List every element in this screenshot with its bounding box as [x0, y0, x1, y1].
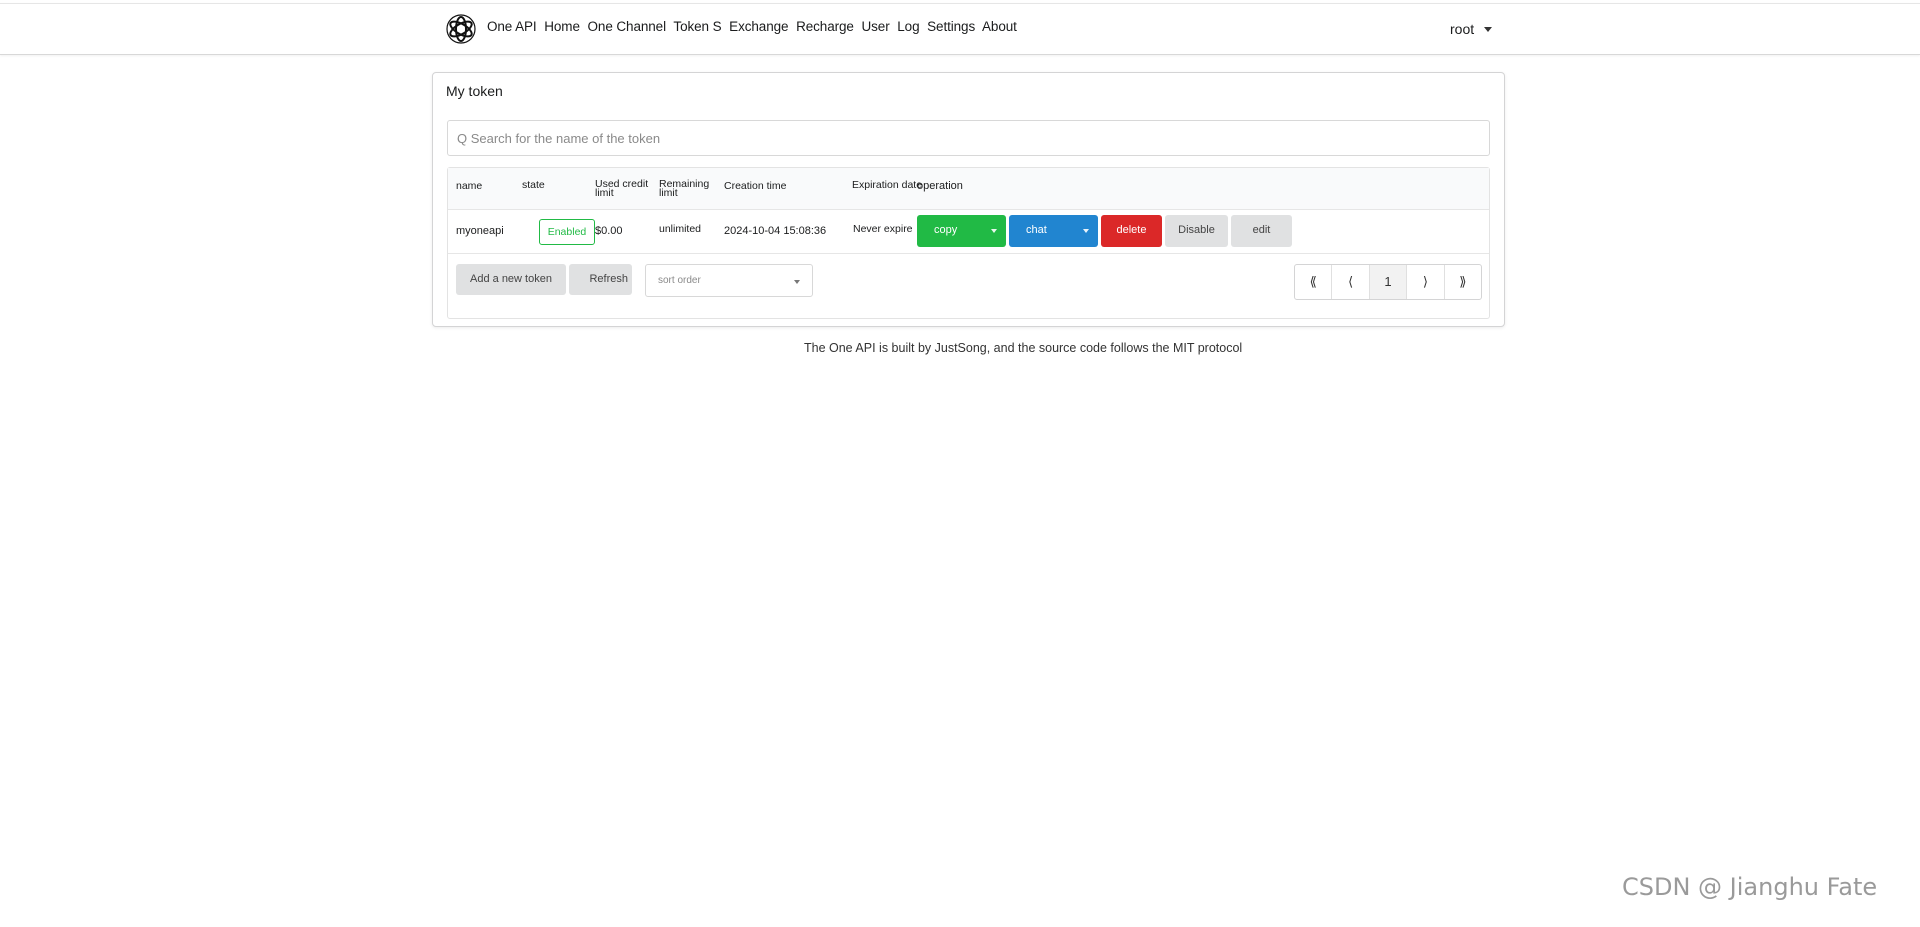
pager-first-button[interactable]: ⟪ — [1295, 265, 1333, 299]
copy-button[interactable]: copy — [917, 215, 1006, 247]
token-card: My token name state Used credit limit Re… — [432, 72, 1505, 327]
nav-item-recharge[interactable]: Recharge — [796, 19, 854, 34]
nav-item-token[interactable]: Token S — [673, 19, 721, 34]
chat-button[interactable]: chat — [1009, 215, 1098, 247]
header-name: name — [456, 180, 483, 192]
used-credit: $0.00 — [595, 225, 623, 237]
header-expiration: Expiration date — [852, 179, 923, 191]
edit-button[interactable]: edit — [1231, 215, 1292, 247]
add-token-button[interactable]: Add a new token — [456, 264, 566, 295]
chat-label: chat — [1026, 224, 1047, 236]
expiration-date: Never expire — [853, 223, 913, 235]
table-row: myoneapi Enabled $0.00 unlimited 2024-10… — [448, 210, 1489, 254]
nav-item-about[interactable]: About — [982, 19, 1017, 34]
token-name: myoneapi — [456, 225, 504, 237]
search-input[interactable] — [447, 120, 1490, 156]
nav-item-settings[interactable]: Settings — [927, 19, 975, 34]
openai-logo-icon[interactable] — [444, 12, 478, 46]
table-footer: Add a new token Refresh sort order ⟪ ⟨ 1… — [448, 255, 1489, 319]
footer-credit: The One API is built by JustSong, and th… — [804, 341, 1243, 355]
header-used-credit: Used credit limit — [595, 178, 649, 199]
nav-brand[interactable]: One API — [487, 19, 537, 34]
nav-item-channel[interactable]: One Channel — [588, 19, 667, 34]
page-title: My token — [446, 83, 503, 99]
sort-order-placeholder: sort order — [658, 275, 701, 286]
token-table: name state Used credit limit Remaining l… — [447, 167, 1490, 319]
nav-item-user[interactable]: User — [861, 19, 889, 34]
main-nav: One API Home One Channel Token S Exchang… — [487, 19, 1021, 34]
pager-next-button[interactable]: ⟩ — [1407, 265, 1445, 299]
user-menu[interactable]: root — [1450, 21, 1493, 37]
caret-down-icon — [1484, 27, 1493, 32]
pagination: ⟪ ⟨ 1 ⟩ ⟫ — [1294, 264, 1482, 300]
copy-label: copy — [934, 224, 958, 236]
remaining-limit: unlimited — [659, 223, 702, 235]
dropdown-arrow-icon — [991, 229, 997, 233]
header-operation: operation — [917, 180, 963, 192]
pager-page-button[interactable]: 1 — [1369, 265, 1408, 299]
delete-button[interactable]: delete — [1101, 215, 1162, 247]
header-remaining: Remaining limit — [659, 178, 710, 199]
sort-order-select[interactable]: sort order — [645, 264, 813, 297]
table-header: name state Used credit limit Remaining l… — [448, 168, 1489, 210]
top-navbar: One API Home One Channel Token S Exchang… — [0, 3, 1920, 55]
nav-item-exchange[interactable]: Exchange — [729, 19, 788, 34]
pager-prev-button[interactable]: ⟨ — [1332, 265, 1370, 299]
disable-button[interactable]: Disable — [1165, 215, 1228, 247]
nav-item-home[interactable]: Home — [544, 19, 580, 34]
creation-time: 2024-10-04 15:08:36 — [724, 225, 827, 237]
header-state: state — [522, 179, 545, 191]
watermark: CSDN @ Jianghu Fate — [1622, 873, 1878, 901]
dropdown-arrow-icon — [1083, 229, 1089, 233]
chevron-down-icon — [794, 280, 800, 284]
status-badge: Enabled — [539, 219, 595, 245]
pager-last-button[interactable]: ⟫ — [1445, 265, 1481, 299]
nav-item-log[interactable]: Log — [897, 19, 919, 34]
user-name: root — [1450, 21, 1475, 37]
header-creation-time: Creation time — [724, 180, 787, 192]
refresh-button[interactable]: Refresh — [569, 264, 632, 295]
